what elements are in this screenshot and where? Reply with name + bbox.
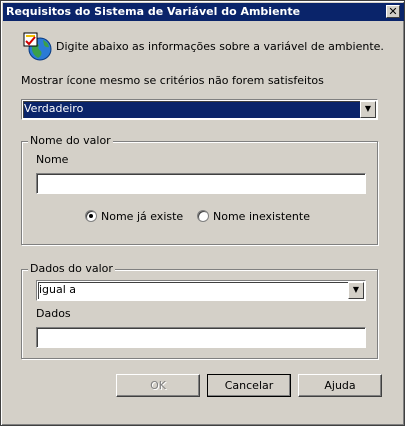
globe-checklist-icon <box>23 32 52 61</box>
operator-selected: igual a <box>39 283 77 296</box>
data-input-border <box>37 328 365 347</box>
value-data-legend: Dados do valor <box>28 262 115 275</box>
ok-button[interactable]: OK <box>116 374 200 397</box>
name-input-border <box>37 174 365 193</box>
header-text: Digite abaixo as informações sobre a var… <box>56 40 384 53</box>
name-input[interactable] <box>36 173 366 194</box>
help-button[interactable]: Ajuda <box>298 374 382 397</box>
close-icon: ✕ <box>388 5 398 18</box>
chevron-down-icon[interactable]: ▼ <box>360 101 376 118</box>
radio-button-not-exists[interactable] <box>197 210 209 222</box>
show-icon-dropdown[interactable]: Verdadeiro ▼ <box>21 99 378 120</box>
radio-selected-dot <box>89 214 93 218</box>
close-button[interactable]: ✕ <box>386 5 400 18</box>
operator-dropdown-field <box>38 282 364 299</box>
show-icon-label: Mostrar ícone mesmo se critérios não for… <box>21 74 324 87</box>
radio-name-exists-label: Nome já existe <box>101 210 184 223</box>
value-name-legend: Nome do valor <box>28 134 113 147</box>
name-label: Nome <box>36 153 69 166</box>
show-icon-selected: Verdadeiro <box>24 102 84 115</box>
window-title: Requisitos do Sistema de Variável do Amb… <box>6 5 301 18</box>
chevron-down-icon[interactable]: ▼ <box>348 282 364 299</box>
cancel-button[interactable]: Cancelar <box>207 374 291 397</box>
radio-button-exists[interactable] <box>85 210 97 222</box>
data-input[interactable] <box>36 327 366 348</box>
radio-name-not-exists-label: Nome inexistente <box>213 210 310 223</box>
operator-dropdown[interactable]: igual a ▼ <box>36 280 366 301</box>
dialog-window: Requisitos do Sistema de Variável do Amb… <box>0 0 405 426</box>
data-label: Dados <box>36 307 71 320</box>
title-bar[interactable]: Requisitos do Sistema de Variável do Amb… <box>3 3 404 21</box>
